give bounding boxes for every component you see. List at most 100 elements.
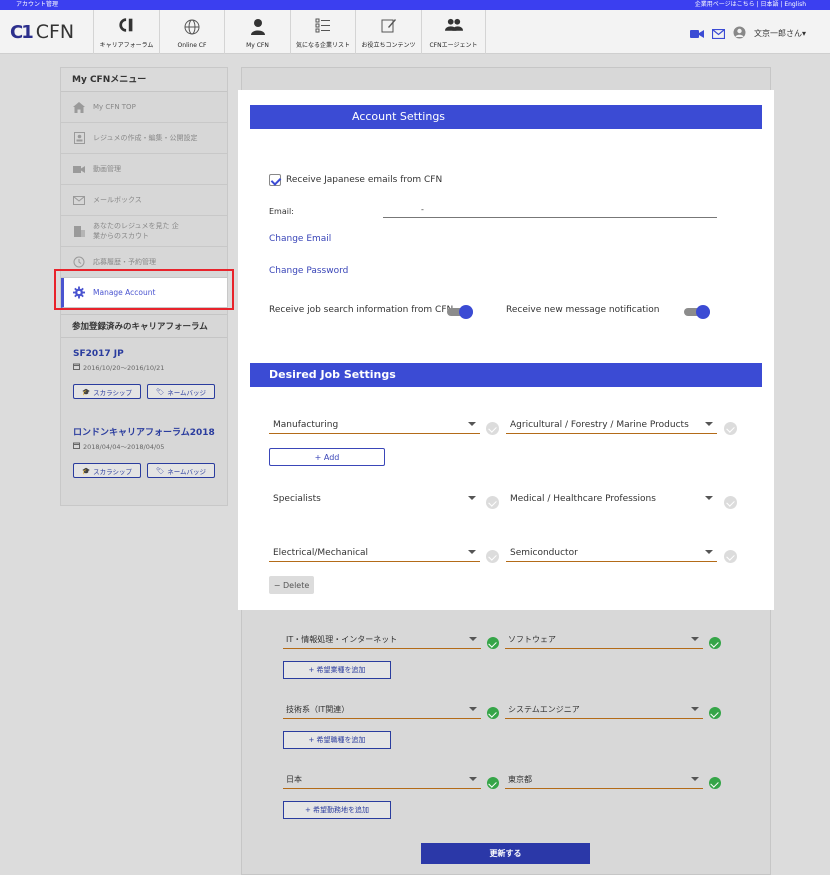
- check-icon: [486, 496, 499, 509]
- region-select[interactable]: 東京都: [505, 773, 703, 789]
- header-right: 文京一郎さん▾: [689, 24, 806, 43]
- sidebar-item-resume[interactable]: レジュメの作成・編集・公開設定: [61, 123, 227, 154]
- nav-label: My CFN: [246, 42, 269, 49]
- country-select[interactable]: 日本: [283, 773, 481, 789]
- cfn-logo-icon: [118, 16, 136, 34]
- job-category-select[interactable]: Specialists: [269, 492, 480, 508]
- check-icon: [709, 637, 721, 649]
- sub-industry-select[interactable]: ソフトウェア: [505, 633, 703, 649]
- nav-useful-content[interactable]: お役立ちコンテンツ: [355, 10, 421, 54]
- history-icon: [73, 256, 85, 268]
- nav-label: Online CF: [177, 42, 207, 49]
- top-bar-links[interactable]: 企業用ページはこちら | 日本語 | English: [695, 0, 806, 10]
- chevron-down-icon: [691, 777, 699, 781]
- job-type-select[interactable]: Medical / Healthcare Professions: [506, 492, 717, 508]
- scholarship-button[interactable]: 🎓 スカラシップ: [73, 463, 141, 478]
- receive-japanese-emails-label: Receive Japanese emails from CFN: [286, 175, 443, 185]
- select-value: Semiconductor: [510, 548, 578, 558]
- graduation-cap-icon: 🎓: [82, 387, 91, 396]
- delete-button[interactable]: − Delete: [269, 576, 314, 594]
- avatar-icon[interactable]: [733, 24, 746, 43]
- receive-japanese-emails-checkbox[interactable]: [269, 174, 281, 186]
- email-label: Email:: [269, 207, 294, 216]
- globe-icon: [183, 18, 201, 36]
- select-value: ソフトウェア: [508, 635, 556, 644]
- nav-label: キャリアフォーラム: [99, 42, 154, 49]
- name-badge-button[interactable]: 🏷 ネームバッジ: [147, 384, 215, 399]
- user-menu[interactable]: 文京一郎さん▾: [754, 28, 806, 39]
- message-notification-toggle[interactable]: [684, 305, 710, 319]
- account-settings-overlay: Account Settings Receive Japanese emails…: [238, 90, 774, 610]
- mail-icon[interactable]: [711, 24, 726, 43]
- select-value: Manufacturing: [273, 420, 339, 430]
- add-industry-button[interactable]: + 希望業種を追加: [283, 661, 391, 679]
- chevron-down-icon: [468, 496, 476, 500]
- nav-career-forum[interactable]: キャリアフォーラム: [93, 10, 159, 54]
- name-badge-button[interactable]: 🏷 ネームバッジ: [147, 463, 215, 478]
- person-icon: [249, 18, 267, 36]
- industry-select[interactable]: IT・情報処理・インターネット: [283, 633, 481, 649]
- tag-icon: 🏷: [155, 466, 165, 475]
- check-icon: [709, 777, 721, 789]
- sidebar-item-top[interactable]: My CFN TOP: [61, 92, 227, 123]
- region-select[interactable]: Semiconductor: [506, 546, 717, 562]
- nav-my-cfn[interactable]: My CFN: [224, 10, 290, 54]
- select-value: Electrical/Mechanical: [273, 548, 369, 558]
- tag-icon: 🏷: [155, 387, 165, 396]
- update-button[interactable]: 更新する: [421, 843, 590, 864]
- forums-title: 参加登録済みのキャリアフォーラム: [61, 314, 227, 338]
- sidebar-item-scouts[interactable]: あなたのレジュメを見た 企業からのスカウト: [61, 216, 227, 247]
- sidebar-item-mailbox[interactable]: メールボックス: [61, 185, 227, 216]
- job-info-label: Receive job search information from CFN: [269, 305, 454, 315]
- scholarship-button[interactable]: 🎓 スカラシップ: [73, 384, 141, 399]
- check-icon: [724, 422, 737, 435]
- video-icon[interactable]: [689, 24, 704, 43]
- change-email-link[interactable]: Change Email: [269, 234, 331, 244]
- forum-name[interactable]: ロンドンキャリアフォーラム2018: [73, 425, 215, 438]
- logo-text: CFN: [35, 21, 75, 43]
- nav-label: お役立ちコンテンツ: [361, 42, 416, 49]
- select-value: IT・情報処理・インターネット: [286, 635, 398, 644]
- add-button[interactable]: + Add: [269, 448, 385, 466]
- nav-cfn-agent[interactable]: CFNエージェント: [421, 10, 486, 54]
- main-nav: キャリアフォーラム Online CF My CFN 気になる企業リスト お役立…: [93, 10, 486, 54]
- sidebar-item-video[interactable]: 動画管理: [61, 154, 227, 185]
- sub-industry-select[interactable]: Agricultural / Forestry / Marine Product…: [506, 418, 717, 434]
- forum-dates: 2016/10/20〜2016/10/21: [73, 362, 215, 372]
- cfn-logo[interactable]: C1 CFN: [10, 20, 74, 44]
- add-job-type-button[interactable]: + 希望職種を追加: [283, 731, 391, 749]
- check-icon: [487, 707, 499, 719]
- check-icon: [487, 777, 499, 789]
- chevron-down-icon: [468, 550, 476, 554]
- nav-watchlist[interactable]: 気になる企業リスト: [290, 10, 355, 54]
- sidebar-item-label: 応募履歴・予約管理: [93, 258, 156, 266]
- nav-online-cf[interactable]: Online CF: [159, 10, 224, 54]
- nav-label: 気になる企業リスト: [295, 42, 350, 49]
- account-settings-header: Account Settings: [250, 105, 762, 129]
- check-icon: [724, 550, 737, 563]
- check-icon: [709, 707, 721, 719]
- chevron-down-icon: [705, 550, 713, 554]
- forum-name[interactable]: SF2017 JP: [73, 349, 215, 359]
- home-icon: [73, 101, 85, 113]
- job-type-select[interactable]: システムエンジニア: [505, 703, 703, 719]
- job-info-toggle[interactable]: [447, 305, 473, 319]
- group-icon: [444, 16, 463, 34]
- country-select[interactable]: Electrical/Mechanical: [269, 546, 480, 562]
- select-value: 東京都: [508, 775, 532, 784]
- job-category-select[interactable]: 技術系（IT関連）: [283, 703, 481, 719]
- top-bar: アカウント管理 企業用ページはこちら | 日本語 | English: [0, 0, 830, 10]
- sidebar-item-label: レジュメの作成・編集・公開設定: [93, 134, 198, 142]
- email-field[interactable]: -: [383, 205, 717, 218]
- change-password-link[interactable]: Change Password: [269, 266, 348, 276]
- button-label: ネームバッジ: [167, 467, 207, 476]
- industry-select[interactable]: Manufacturing: [269, 418, 480, 434]
- add-location-button[interactable]: + 希望勤務地を追加: [283, 801, 391, 819]
- chevron-down-icon: [469, 707, 477, 711]
- sidebar-item-label: あなたのレジュメを見た 企業からのスカウト: [93, 222, 179, 240]
- resume-icon: [73, 132, 85, 144]
- highlight-box: [54, 269, 234, 310]
- calendar-icon: [73, 442, 80, 451]
- sidebar-item-label: メールボックス: [93, 196, 142, 204]
- nav-label: CFNエージェント: [429, 42, 478, 49]
